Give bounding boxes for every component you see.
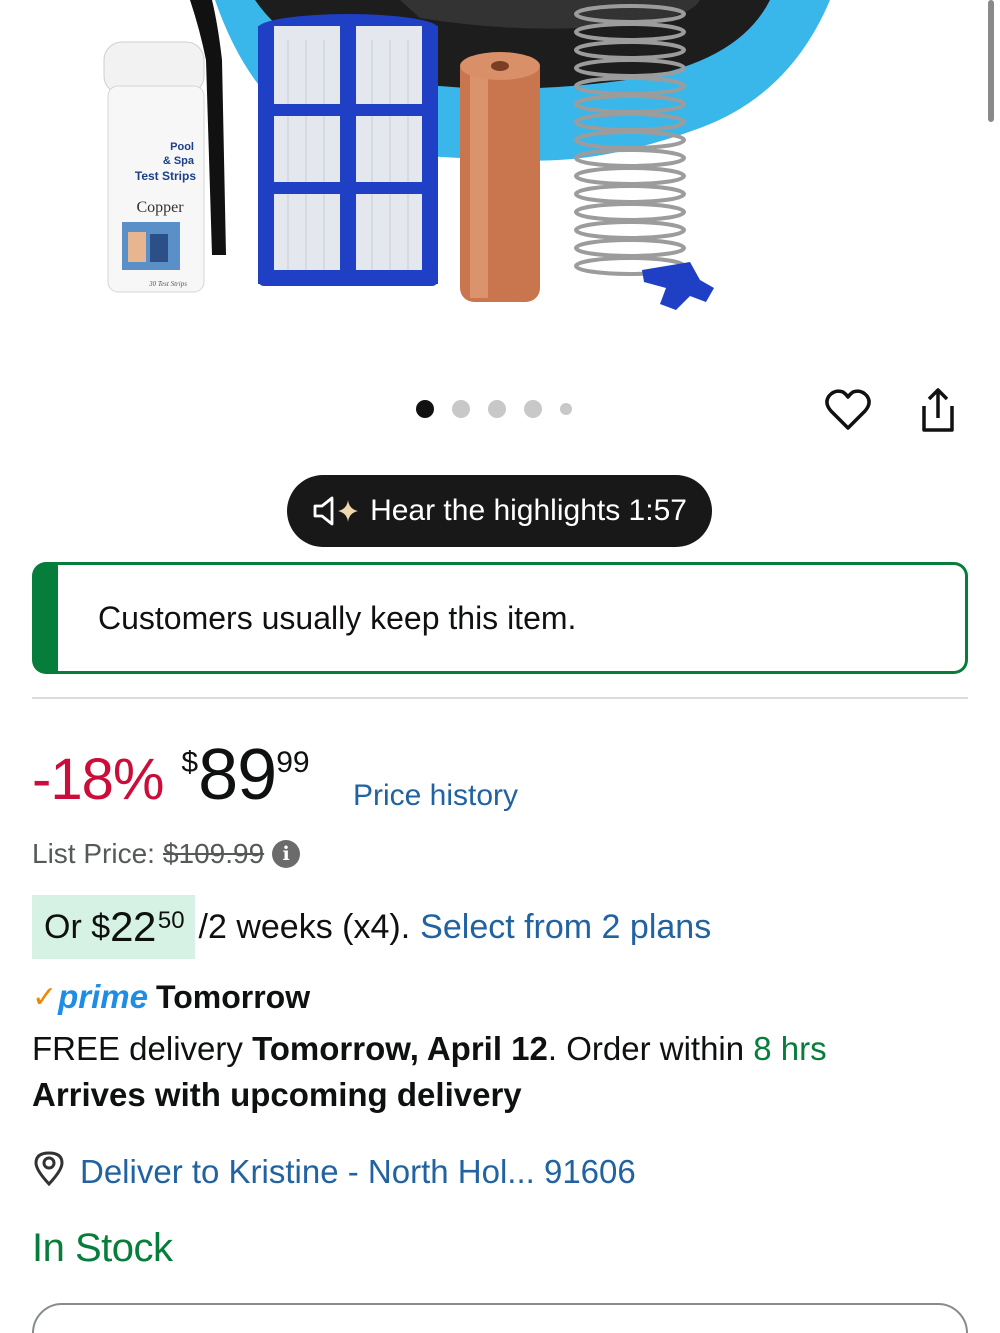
prime-check-icon: ✓ — [32, 980, 58, 1014]
heart-icon[interactable] — [822, 384, 874, 436]
price-whole: 89 — [198, 735, 277, 815]
delivery-date: Tomorrow, April 12 — [252, 1030, 548, 1067]
hear-highlights-label: Hear the highlights 1:57 — [370, 494, 687, 527]
order-time-left: 8 hrs — [753, 1030, 827, 1067]
list-price-value: $109.99 — [162, 838, 265, 869]
pager-dot[interactable] — [488, 400, 506, 418]
list-price: List Price: $109.99 i — [32, 838, 301, 870]
installment-prefix: Or $ — [44, 907, 111, 946]
price-fraction: 99 — [276, 746, 310, 779]
bottle-sublabel: Copper — [136, 199, 184, 216]
installment-whole: 22 — [110, 903, 156, 950]
pager-dot[interactable] — [452, 400, 470, 418]
installment-fraction: 50 — [157, 907, 185, 934]
notice-text: Customers usually keep this item. — [98, 599, 577, 636]
divider — [32, 697, 968, 699]
order-within-text: . Order within — [547, 1030, 754, 1067]
bottle-label-3: Test Strips — [135, 169, 196, 183]
prime-badge: ✓ prime Tomorrow — [32, 978, 310, 1016]
info-icon[interactable]: i — [272, 840, 301, 868]
customers-keep-notice: Customers usually keep this item. — [32, 562, 968, 674]
prime-delivery-day: Tomorrow — [156, 978, 311, 1015]
stock-status: In Stock — [32, 1226, 173, 1270]
deliver-to-link[interactable]: Deliver to Kristine - North Hol... 91606 — [32, 1150, 636, 1194]
prime-logo: prime — [58, 978, 149, 1015]
pager-dot[interactable] — [560, 403, 572, 415]
discount-percent: -18% — [32, 747, 164, 812]
pager-dot[interactable] — [524, 400, 542, 418]
price-row: -18% $ 89 99 — [32, 738, 310, 818]
arrives-upcoming-delivery: Arrives with upcoming delivery — [32, 1076, 522, 1113]
scrollbar[interactable] — [988, 0, 994, 122]
installment-suffix: /2 weeks (x4). — [198, 907, 411, 946]
select-plans-link[interactable]: Select from 2 plans — [420, 908, 711, 947]
delivery-info: FREE delivery Tomorrow, April 12. Order … — [32, 1030, 827, 1068]
pager-dot-active[interactable] — [416, 400, 434, 418]
image-pager[interactable] — [416, 400, 590, 418]
share-icon[interactable] — [912, 384, 964, 436]
quantity-selector[interactable] — [32, 1303, 968, 1333]
hear-highlights-button[interactable]: Hear the highlights 1:57 — [287, 475, 712, 547]
price-currency: $ — [181, 746, 199, 779]
installment-row: Or $ 22 50 /2 weeks (x4). Select from 2 … — [32, 895, 711, 959]
free-delivery-text: FREE delivery — [32, 1030, 253, 1067]
current-price: $ 89 99 — [181, 738, 309, 812]
bottle-label-1: Pool — [170, 141, 194, 153]
speaker-sparkle-icon — [312, 496, 362, 526]
product-image-carousel[interactable]: Pool & Spa Test Strips Copper 30 Test St… — [0, 0, 1000, 350]
product-image: Pool & Spa Test Strips Copper 30 Test St… — [103, 0, 830, 310]
bottle-label-2: & Spa — [163, 155, 195, 167]
list-price-label: List Price: — [32, 838, 155, 869]
bottle-count: 30 Test Strips — [148, 280, 187, 288]
installment-amount: Or $ 22 50 — [32, 895, 195, 959]
deliver-to-text: Deliver to Kristine - North Hol... 91606 — [80, 1153, 636, 1190]
price-history-link[interactable]: Price history — [353, 779, 518, 813]
location-pin-icon — [32, 1150, 66, 1194]
